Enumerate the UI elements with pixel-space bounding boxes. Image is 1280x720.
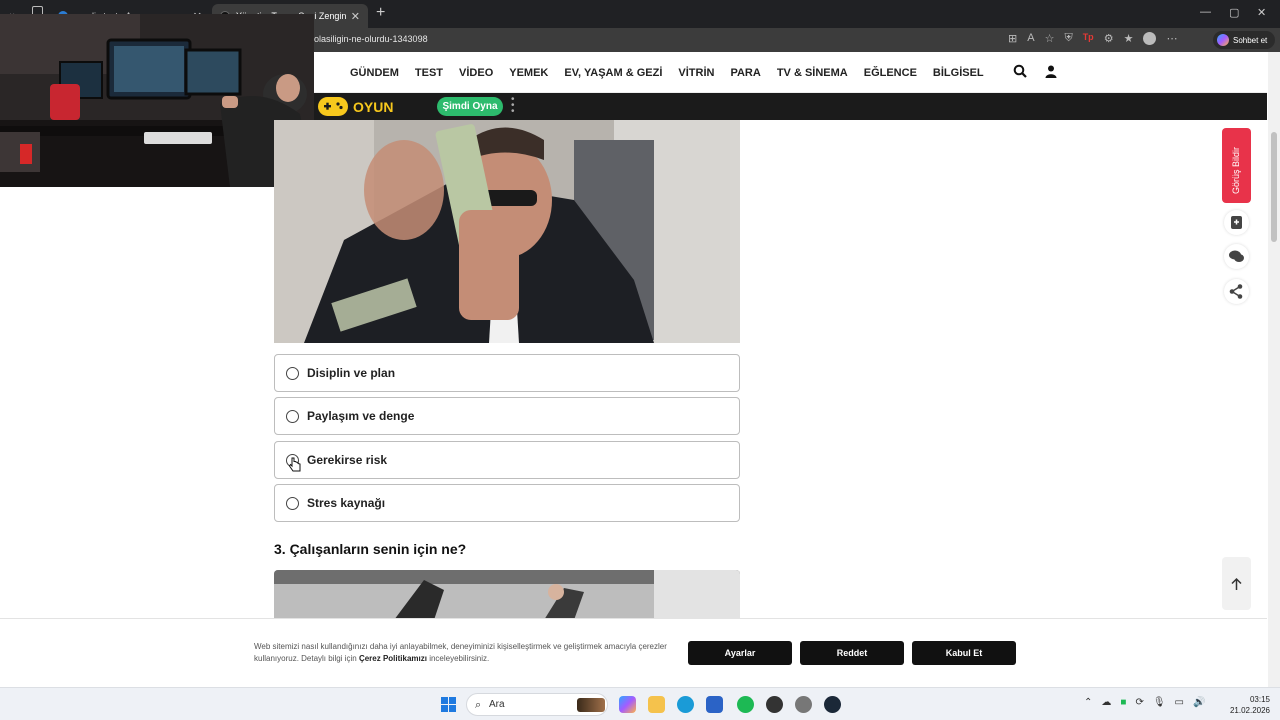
close-window-icon[interactable]: ✕ xyxy=(1257,6,1266,19)
option-label: Disiplin ve plan xyxy=(307,366,396,380)
nav-item-yemek[interactable]: YEMEK xyxy=(509,67,548,79)
radio-icon[interactable] xyxy=(286,497,299,510)
windows-taskbar: ⌕ Ara ⌃ ☁ ■ ⟳ 🎙 ▭ 🔊 03:15 21.02.2026 xyxy=(0,687,1280,720)
search-icon[interactable] xyxy=(1013,64,1027,78)
profile-avatar-icon[interactable] xyxy=(1143,32,1157,45)
nav-item-tv-sinema[interactable]: TV & SİNEMA xyxy=(777,67,848,79)
more-menu-icon[interactable]: ⋯ xyxy=(1166,32,1177,45)
favorite-star-icon[interactable]: ☆ xyxy=(1045,32,1055,45)
nav-item-para[interactable]: PARA xyxy=(730,67,760,79)
question-image xyxy=(274,570,740,620)
app-green-icon[interactable]: ■ xyxy=(1120,697,1126,708)
page-scrollbar[interactable] xyxy=(1268,52,1280,687)
feedback-label: Görüş Bildir xyxy=(1231,146,1241,194)
webcam-overlay xyxy=(0,14,314,187)
option-label: Paylaşım ve denge xyxy=(307,409,415,423)
arrow-up-icon xyxy=(1231,577,1242,590)
onedrive-icon[interactable]: ☁ xyxy=(1101,697,1111,708)
nav-item-test[interactable]: TEST xyxy=(415,67,443,79)
quiz-option-3[interactable]: Gerekirse risk xyxy=(274,441,740,479)
spotify-icon[interactable] xyxy=(737,696,754,713)
extension-tp-icon[interactable]: Tp xyxy=(1083,32,1094,45)
microphone-icon[interactable]: 🎙 xyxy=(1153,697,1166,708)
comments-icon[interactable] xyxy=(1224,244,1249,269)
collections-icon[interactable]: ★ xyxy=(1124,32,1134,45)
radio-icon[interactable] xyxy=(286,367,299,380)
extensions-icon[interactable]: ⚙ xyxy=(1104,32,1114,45)
app-install-icon[interactable]: ⊞ xyxy=(1008,32,1017,45)
site-nav: GÜNDEM TEST VİDEO YEMEK EV, YAŞAM & GEZİ… xyxy=(313,52,1267,93)
share-icon[interactable] xyxy=(1224,279,1249,304)
scrollbar-thumb[interactable] xyxy=(1271,132,1277,242)
bookmark-icon[interactable] xyxy=(1224,210,1249,235)
hand-cursor-icon xyxy=(289,457,301,472)
system-tray: ⌃ ☁ ■ ⟳ 🎙 ▭ 🔊 xyxy=(1084,697,1205,708)
nav-item-gundem[interactable]: GÜNDEM xyxy=(350,67,399,79)
edge-browser-icon[interactable] xyxy=(677,696,694,713)
shield-icon[interactable]: ⛨ xyxy=(1064,32,1072,45)
office-scene-illustration xyxy=(274,570,740,620)
feedback-button[interactable]: Görüş Bildir xyxy=(1222,128,1251,203)
chevron-up-icon[interactable]: ⌃ xyxy=(1084,697,1092,708)
cookie-banner: Web sitemizi nasıl kullandığınızı daha i… xyxy=(0,618,1267,687)
scroll-to-top-button[interactable] xyxy=(1222,557,1251,610)
nav-item-ev-yasam-gezi[interactable]: EV, YAŞAM & GEZİ xyxy=(564,67,662,79)
volume-icon[interactable]: 🔊 xyxy=(1193,697,1205,708)
clock-time: 03:15 xyxy=(1249,695,1270,704)
option-label: Gerekirse risk xyxy=(307,453,388,467)
taskbar-search[interactable]: ⌕ Ara xyxy=(466,693,608,716)
copilot-chat-button[interactable]: Sohbet et xyxy=(1213,31,1275,49)
minimize-icon[interactable]: — xyxy=(1200,6,1211,18)
app-red-dot-icon[interactable] xyxy=(766,696,783,713)
webcam-scene xyxy=(0,14,314,187)
copilot-label: Sohbet et xyxy=(1233,35,1268,45)
quiz-image-money xyxy=(274,120,740,343)
nav-item-bilgisel[interactable]: BİLGİSEL xyxy=(933,67,984,79)
option-label: Stres kaynağı xyxy=(307,496,386,510)
store-icon[interactable] xyxy=(706,696,723,713)
display-icon[interactable]: ▭ xyxy=(1175,697,1184,708)
sync-icon[interactable]: ⟳ xyxy=(1135,697,1143,708)
read-aloud-icon[interactable]: A xyxy=(1027,32,1034,45)
gamepad-icon xyxy=(318,97,348,116)
question-title: 3. Çalışanların senin için ne? xyxy=(274,541,467,557)
search-highlight-icon xyxy=(577,698,605,712)
oyun-label[interactable]: OYUN xyxy=(353,99,393,115)
file-explorer-icon[interactable] xyxy=(648,696,665,713)
radio-icon[interactable] xyxy=(286,410,299,423)
quiz-option-4[interactable]: Stres kaynağı xyxy=(274,484,740,522)
cookie-policy-link[interactable]: Çerez Politikamızı xyxy=(359,654,427,663)
url-field[interactable]: olasiligin-ne-olurdu-1343098 xyxy=(314,34,428,44)
address-icons: ⊞ A ☆ ⛨ Tp ⚙ ★ ⋯ xyxy=(1008,32,1177,45)
nav-links: GÜNDEM TEST VİDEO YEMEK EV, YAŞAM & GEZİ… xyxy=(350,67,984,79)
new-tab-button[interactable]: + xyxy=(376,4,385,22)
nav-item-video[interactable]: VİDEO xyxy=(459,67,493,79)
settings-gear-icon[interactable] xyxy=(795,696,812,713)
quiz-option-2[interactable]: Paylaşım ve denge xyxy=(274,397,740,435)
nav-item-eglence[interactable]: EĞLENCE xyxy=(864,67,917,79)
clock-date: 21.02.2026 xyxy=(1229,706,1270,715)
money-throw-illustration xyxy=(274,120,740,343)
maximize-icon[interactable]: ▢ xyxy=(1229,6,1239,19)
start-windows-icon[interactable] xyxy=(441,697,456,712)
taskbar-clock[interactable]: 03:15 21.02.2026 xyxy=(1226,694,1270,716)
cookie-accept-button[interactable]: Kabul Et xyxy=(912,641,1016,665)
close-tab-icon[interactable]: ✕ xyxy=(347,10,360,23)
cookie-text-after: inceleyebilirsiniz. xyxy=(426,654,490,663)
copilot-icon xyxy=(1217,34,1229,46)
copilot-app-icon[interactable] xyxy=(619,696,636,713)
quiz-option-1[interactable]: Disiplin ve plan xyxy=(274,354,740,392)
user-icon[interactable] xyxy=(1045,65,1057,78)
steam-icon[interactable] xyxy=(824,696,841,713)
cookie-settings-button[interactable]: Ayarlar xyxy=(688,641,792,665)
more-dots-icon[interactable]: • • • xyxy=(511,95,515,117)
cookie-text: Web sitemizi nasıl kullandığınızı daha i… xyxy=(254,641,674,665)
nav-item-vitrin[interactable]: VİTRİN xyxy=(678,67,714,79)
taskbar-search-placeholder: Ara xyxy=(489,699,505,710)
play-now-button[interactable]: Şimdi Oyna xyxy=(437,97,503,116)
oyun-bar: OYUN Şimdi Oyna • • • xyxy=(313,93,1267,120)
search-icon: ⌕ xyxy=(475,699,482,711)
cookie-reject-button[interactable]: Reddet xyxy=(800,641,904,665)
